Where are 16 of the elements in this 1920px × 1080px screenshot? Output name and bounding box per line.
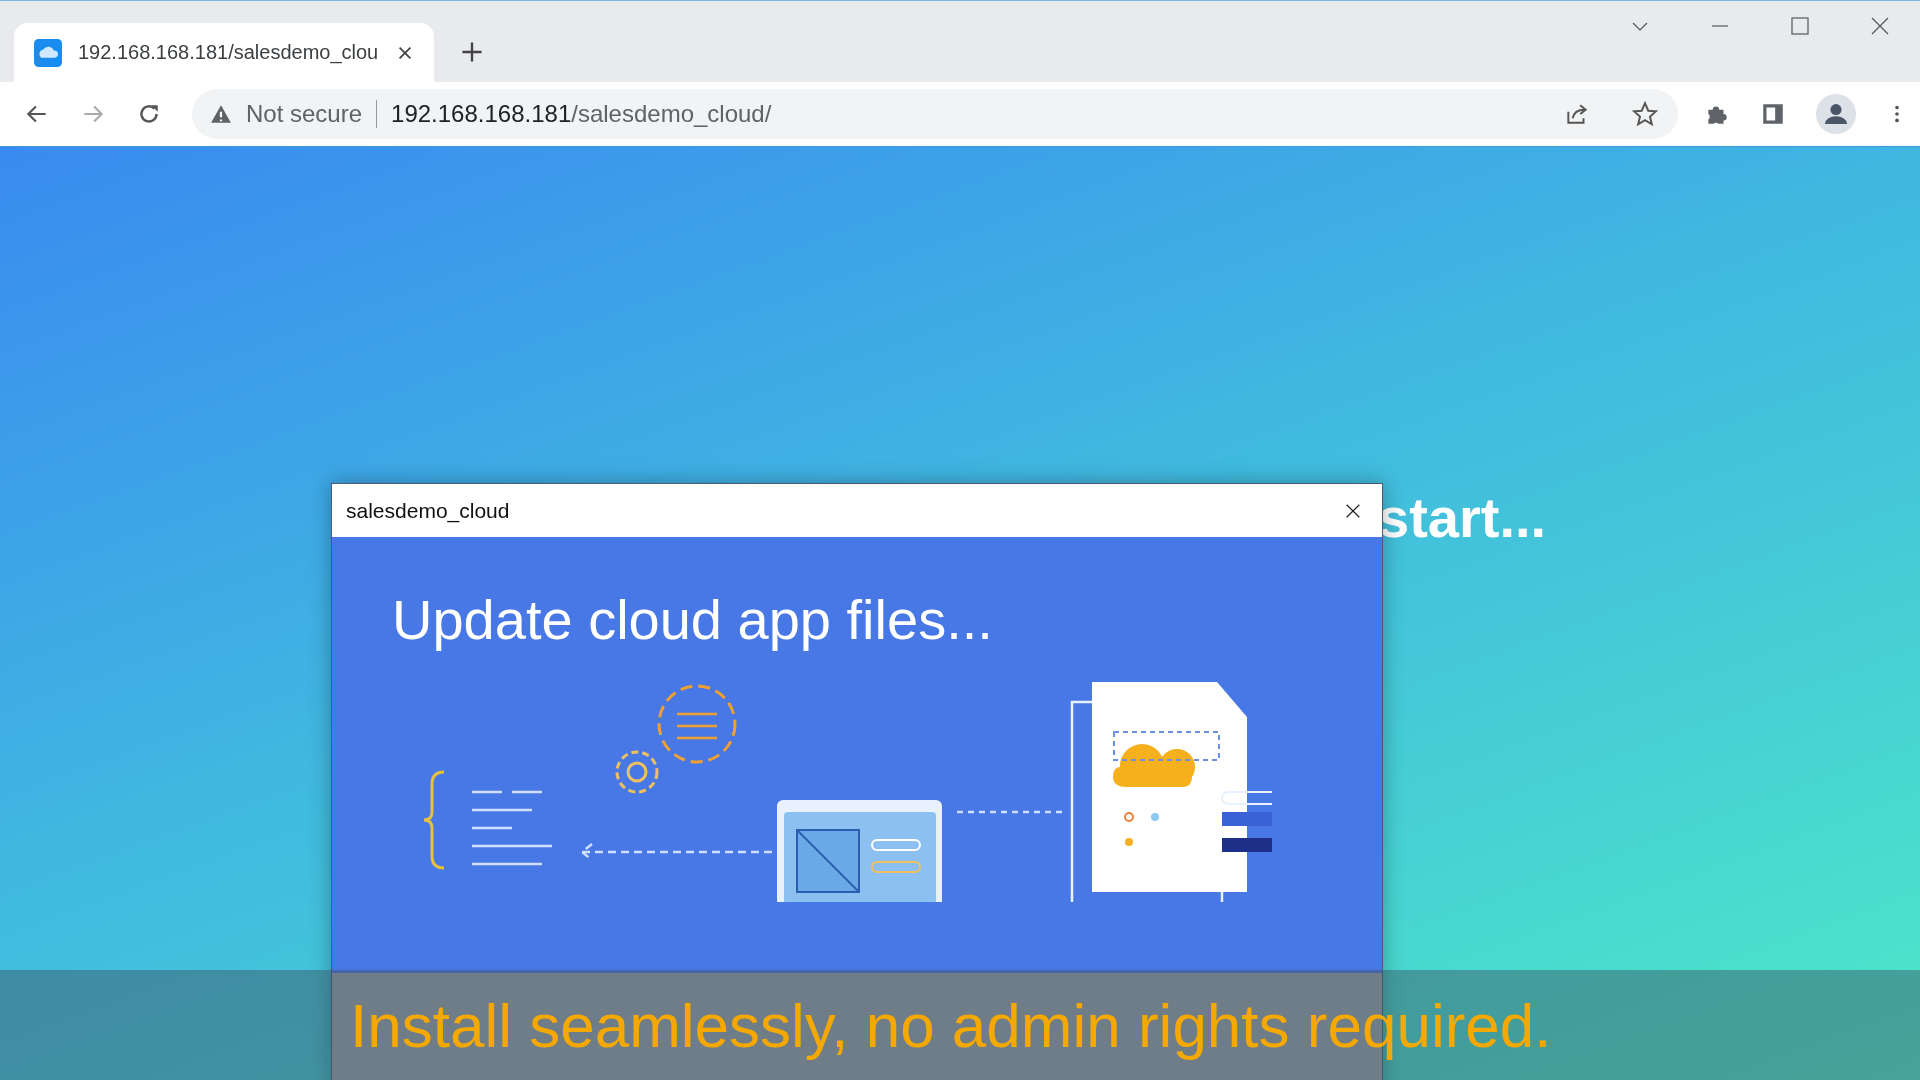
dialog-title: salesdemo_cloud bbox=[346, 498, 510, 523]
warning-icon[interactable] bbox=[210, 103, 232, 125]
address-bar[interactable]: Not secure 192.168.168.181/salesdemo_cloud/ bbox=[192, 89, 1678, 139]
banner-heading: Update cloud app files... bbox=[392, 587, 994, 652]
maximize-icon[interactable] bbox=[1790, 16, 1810, 36]
close-icon[interactable] bbox=[1870, 16, 1890, 36]
url-text: 192.168.168.181/salesdemo_cloud/ bbox=[391, 100, 772, 128]
bookmark-star-icon[interactable] bbox=[1632, 101, 1658, 127]
new-tab-icon[interactable] bbox=[460, 40, 484, 64]
browser-tab[interactable]: 192.168.168.181/salesdemo_clou bbox=[14, 23, 434, 82]
cloud-icon bbox=[34, 38, 62, 67]
side-panel-icon[interactable] bbox=[1760, 101, 1786, 127]
security-label: Not secure bbox=[246, 100, 363, 128]
profile-avatar-icon[interactable] bbox=[1816, 94, 1856, 134]
caption-text: Install seamlessly, no admin rights required. bbox=[350, 989, 1552, 1061]
loading-heading: start... bbox=[1378, 485, 1547, 550]
